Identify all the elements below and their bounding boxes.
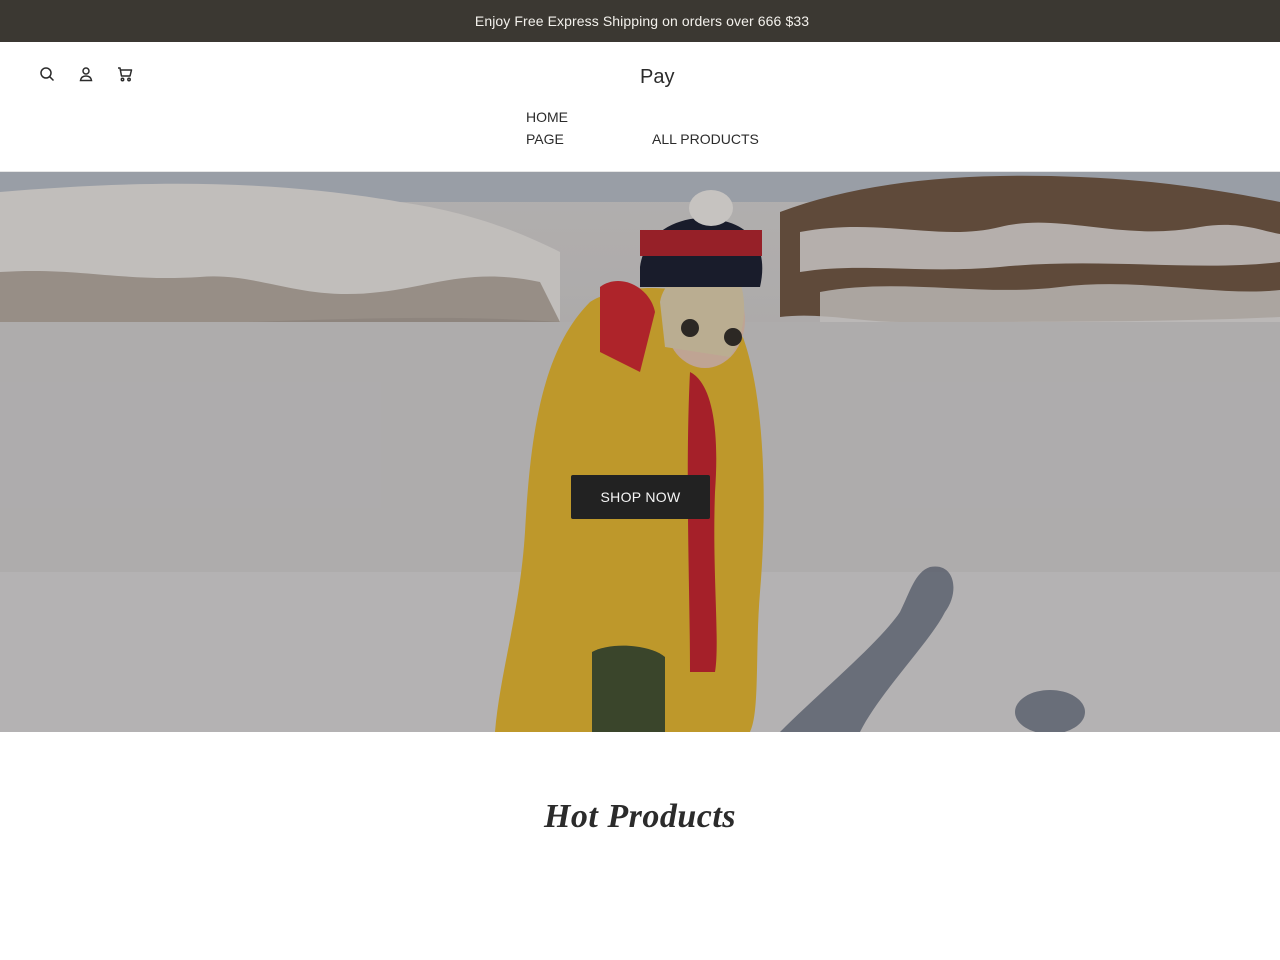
hero-overlay xyxy=(0,172,1280,732)
shop-now-button[interactable]: SHOP NOW xyxy=(571,475,710,519)
site-logo[interactable]: Pay xyxy=(640,66,674,89)
hero-banner: SHOP NOW xyxy=(0,172,1280,732)
nav-home-page[interactable]: HOME PAGE xyxy=(526,106,586,150)
cart-icon[interactable] xyxy=(116,65,134,83)
account-icon[interactable] xyxy=(77,65,95,83)
search-icon[interactable] xyxy=(38,65,56,83)
hot-products-title: Hot Products xyxy=(543,798,737,835)
nav-all-products[interactable]: ALL PRODUCTS xyxy=(652,128,759,150)
announcement-text: Enjoy Free Express Shipping on orders ov… xyxy=(474,13,782,29)
site-header: Pay HOME PAGE ALL PRODUCTS xyxy=(0,42,1280,172)
announcement-bar: Enjoy Free Express Shipping on orders ov… xyxy=(0,0,1280,42)
header-icon-group xyxy=(38,65,134,83)
announcement-amount: $33 xyxy=(785,13,810,29)
